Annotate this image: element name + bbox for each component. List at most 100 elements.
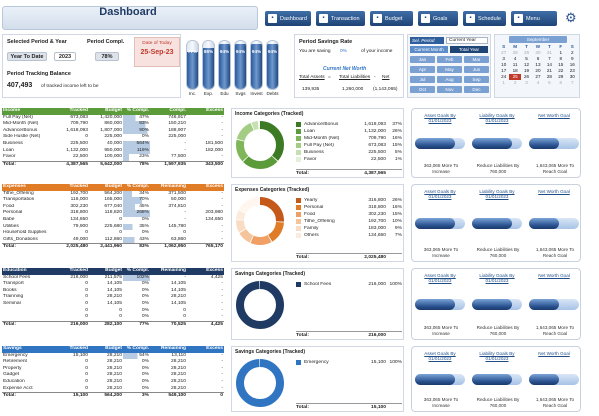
table-row[interactable]: Side Hustle (Net) 0 225,000 0% 225,000-: [2, 134, 224, 141]
month-mar[interactable]: Mar: [464, 56, 489, 63]
nav-goals-button[interactable]: ▪ Goals: [418, 11, 458, 26]
total-cell: 2,441,960: [89, 243, 123, 251]
legend-pct: 7%: [394, 233, 402, 238]
period-select[interactable]: Year To Date: [7, 52, 47, 61]
table-cell: -: [221, 190, 223, 196]
goal-label[interactable]: Asset Goals By 01/01/2023: [415, 113, 465, 123]
calendar-day[interactable]: 1: [498, 80, 509, 86]
calendar-day[interactable]: 4: [532, 80, 543, 86]
table-row[interactable]: Mid-Month (Net) 709,790 860,000 83% 150,210 -: [2, 121, 224, 128]
savings-rate-post: of your income: [361, 49, 393, 54]
donut-slice[interactable]: [236, 281, 284, 329]
table-row[interactable]: Advance/Bonus 1,618,093 1,807,000 90% 188,90…: [2, 127, 224, 135]
goal-label[interactable]: Liability Goals By 01/01/2023: [472, 351, 522, 361]
goal-label[interactable]: Asset Goals By 01/01/2023: [415, 351, 465, 361]
month-oct[interactable]: Oct: [410, 86, 435, 93]
column-header: Excess: [206, 346, 223, 351]
picker-tab-1[interactable]: Total Year: [450, 46, 488, 53]
goal-label[interactable]: Asset Goals By 01/01/2023: [415, 189, 465, 199]
period-compl-value: 78%: [95, 52, 119, 61]
legend-label: Family: [304, 226, 319, 231]
nav-dashboard-button[interactable]: ▪ Dashboard: [265, 11, 311, 26]
month-feb[interactable]: Feb: [437, 56, 462, 63]
table-cell: 564%: [123, 140, 150, 148]
table-cell: Business: [3, 140, 23, 146]
month-sep[interactable]: Sep: [464, 76, 489, 83]
table-cell: 0: [183, 230, 186, 236]
category-panel-0: Income Categories (Tracked) Advance/Bonus…: [231, 108, 404, 178]
table-row[interactable]: Household Supplies 0 0 0% 0-: [2, 230, 224, 237]
table-cell: -: [184, 274, 186, 280]
table-row[interactable]: Retirement 0 28,210 0% 28,210-: [2, 359, 224, 366]
table-cell: Loan: [3, 147, 14, 153]
table-row[interactable]: Books 0 14,105 0% 14,105-: [2, 287, 224, 295]
year-select[interactable]: 2023: [54, 52, 76, 61]
table-row[interactable]: 0 0 0% 0-: [2, 314, 224, 322]
goal-label[interactable]: Net Worth Goal: [529, 273, 579, 278]
month-jan[interactable]: Jan: [410, 56, 435, 63]
table-row[interactable]: Gadget 0 28,210 0% 28,210-: [2, 372, 224, 379]
donut-slice[interactable]: [236, 359, 284, 407]
table-row[interactable]: Emergency 15,100 28,210 54% 13,110 -: [2, 352, 224, 360]
table-row[interactable]: 0 0 0% 0-: [2, 307, 224, 315]
table-row[interactable]: Transportation 116,000 165,000 70% 50,000 -: [2, 197, 224, 204]
column-header: Tracked: [69, 268, 89, 273]
table-row[interactable]: Business 225,500 40,000 564% - 181,500: [2, 140, 224, 148]
table-row[interactable]: Seminal 0 14,105 0% 14,105-: [2, 300, 224, 308]
table-cell: [2, 308, 56, 315]
calendar-day[interactable]: 3: [521, 80, 532, 86]
savings-rate-title: Period Savings Rate: [299, 39, 353, 45]
nav-menu-button[interactable]: ▪ Menu: [511, 11, 557, 26]
goal-label[interactable]: Asset Goals By 01/01/2023: [415, 273, 465, 283]
table-row[interactable]: Babe 134,650 0 0% - 134,650: [2, 216, 224, 224]
table-row[interactable]: Personal 318,800 118,820 268% - 203,980: [2, 210, 224, 217]
goal-label[interactable]: Net Worth Goal: [529, 189, 579, 194]
total-row: Total: 216,000 282,100 77% 70,525 4,425: [2, 320, 224, 329]
table-row[interactable]: Expense Acct 0 28,210 0% 28,210-: [2, 385, 224, 393]
table-row[interactable]: Education 0 28,210 0% 28,210-: [2, 378, 224, 386]
goal-value: 1,643,065 More To Reach Goal: [535, 247, 575, 258]
period-dropdown[interactable]: Current Year: [446, 37, 488, 44]
month-jun[interactable]: Jun: [464, 66, 489, 73]
calendar-day[interactable]: 5: [544, 80, 555, 86]
goal-label[interactable]: Liability Goals By 01/01/2023: [472, 113, 522, 123]
table-row[interactable]: Gifts_Donations 49,000 112,860 43% 63,860 -: [2, 236, 224, 244]
month-nov[interactable]: Nov: [437, 86, 462, 93]
nav-budget-button[interactable]: ▪ Budget: [370, 11, 413, 26]
legend-swatch: [296, 282, 301, 287]
table-row[interactable]: Utilities 79,900 225,680 35% 145,780 -: [2, 223, 224, 231]
total-cell: 15,100: [56, 392, 89, 400]
month-dec[interactable]: Dec: [464, 86, 489, 93]
table-row[interactable]: Tithe_Offering 192,700 564,200 34% 371,500 -: [2, 190, 224, 198]
month-may[interactable]: May: [437, 66, 462, 73]
table-cell: 0: [85, 378, 88, 384]
savings-rate-value: 0%: [340, 49, 347, 54]
goal-label[interactable]: Net Worth Goal: [529, 351, 579, 356]
goal-label[interactable]: Liability Goals By 01/01/2023: [472, 189, 522, 199]
table-row[interactable]: Transport 0 14,105 0% 14,105-: [2, 281, 224, 288]
table-row[interactable]: Loan 1,132,000 950,000 119% - 182,000: [2, 147, 224, 155]
nav-schedule-button[interactable]: ▪ Schedule: [463, 11, 506, 26]
calendar-day[interactable]: 6: [555, 80, 566, 86]
table-row[interactable]: Trainning 0 28,210 0% 28,210-: [2, 294, 224, 301]
goal-label[interactable]: Liability Goals By 01/01/2023: [472, 273, 522, 283]
nav-transaction-button[interactable]: ▪ Transaction: [316, 11, 365, 26]
table-cell: 4,425: [210, 274, 223, 280]
table-row[interactable]: Full Pay (Net) 673,083 1,420,000 47% 746,917…: [2, 114, 224, 122]
table-row[interactable]: Food 302,230 677,040 45% 374,810 -: [2, 203, 224, 211]
calendar-day[interactable]: 2: [509, 80, 520, 86]
table-row[interactable]: School Fees 216,000 211,575 102% - 4,425: [2, 274, 224, 282]
cylinder-value: 86%: [203, 49, 214, 54]
table-row[interactable]: Property 0 28,210 0% 28,210-: [2, 365, 224, 373]
picker-tab-0[interactable]: Current Month: [410, 46, 448, 53]
table-row[interactable]: Favor 22,500 100,000 23% 77,500 -: [2, 154, 224, 162]
month-jul[interactable]: Jul: [410, 76, 435, 83]
calendar-day[interactable]: 7: [567, 80, 578, 86]
goal-label[interactable]: Net Worth Goal: [529, 113, 579, 118]
column-header: Excess: [206, 268, 223, 273]
gear-icon[interactable]: ⚙: [565, 11, 579, 25]
month-apr[interactable]: Apr: [410, 66, 435, 73]
month-aug[interactable]: Aug: [437, 76, 462, 83]
table-cell: -: [221, 127, 223, 133]
cylinder-1: 86%: [202, 40, 215, 90]
